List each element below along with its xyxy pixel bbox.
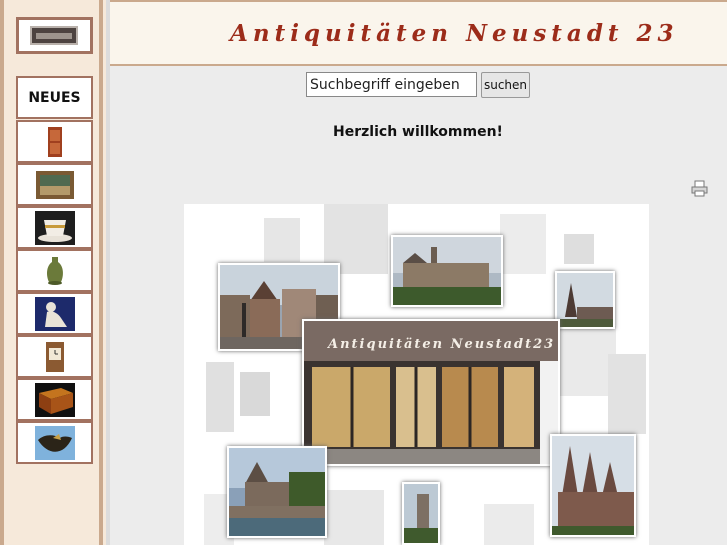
site-title: Antiquitäten Neustadt 23 [230, 20, 679, 47]
figurine-icon [34, 296, 75, 331]
search-button[interactable]: suchen [481, 72, 530, 98]
painting-icon [35, 170, 74, 199]
nav-item-cabinet[interactable] [16, 120, 93, 163]
nav-item-box[interactable] [16, 378, 93, 421]
page-header: Antiquitäten Neustadt 23 [110, 0, 727, 66]
collage-bg-sketch [608, 354, 646, 434]
collage-photo-church [555, 271, 615, 329]
shop-collage-image: Antiquitäten Neustadt23 [184, 204, 649, 545]
nav-item-vase[interactable] [16, 249, 93, 292]
collage-photo-bridge [227, 446, 327, 538]
collage-bg-sketch [484, 504, 534, 545]
collage-photo-castle [391, 235, 503, 307]
welcome-heading: Herzlich willkommen! [333, 124, 503, 140]
collage-bg-sketch [206, 362, 234, 432]
sidebar-rail-divider [106, 0, 110, 545]
sidebar-rail-right [99, 0, 103, 545]
print-icon[interactable] [691, 180, 708, 197]
collage-bg-sketch [240, 372, 270, 416]
nav-item-cup[interactable] [16, 206, 93, 249]
collage-bg-sketch [564, 234, 594, 264]
cup-icon [34, 210, 75, 245]
search-input[interactable] [306, 72, 477, 97]
nav-item-painting[interactable] [16, 163, 93, 206]
vase-icon [46, 256, 63, 285]
clock-icon [45, 341, 64, 372]
logo-shop-image [30, 26, 78, 45]
collage-photo-tower [402, 482, 440, 545]
collage-bg-sketch [500, 214, 546, 274]
bowl-icon [34, 425, 75, 460]
collage-bg-sketch [324, 490, 384, 545]
box-icon [34, 382, 75, 417]
nav-item-neues[interactable]: NEUES [16, 76, 93, 119]
nav-item-bowl[interactable] [16, 421, 93, 464]
shopfront-logo-icon[interactable] [16, 17, 93, 54]
collage-photo-shopfront: Antiquitäten Neustadt23 [302, 319, 560, 466]
collage-photo-cathedral [550, 434, 636, 537]
cabinet-icon [47, 126, 62, 157]
nav-item-clock[interactable] [16, 335, 93, 378]
collage-bg-sketch [264, 218, 300, 262]
collage-shop-sign: Antiquitäten Neustadt23 [304, 321, 558, 361]
nav-item-figurine[interactable] [16, 292, 93, 335]
sidebar: NEUES [0, 0, 110, 545]
sidebar-rail-left [0, 0, 4, 545]
